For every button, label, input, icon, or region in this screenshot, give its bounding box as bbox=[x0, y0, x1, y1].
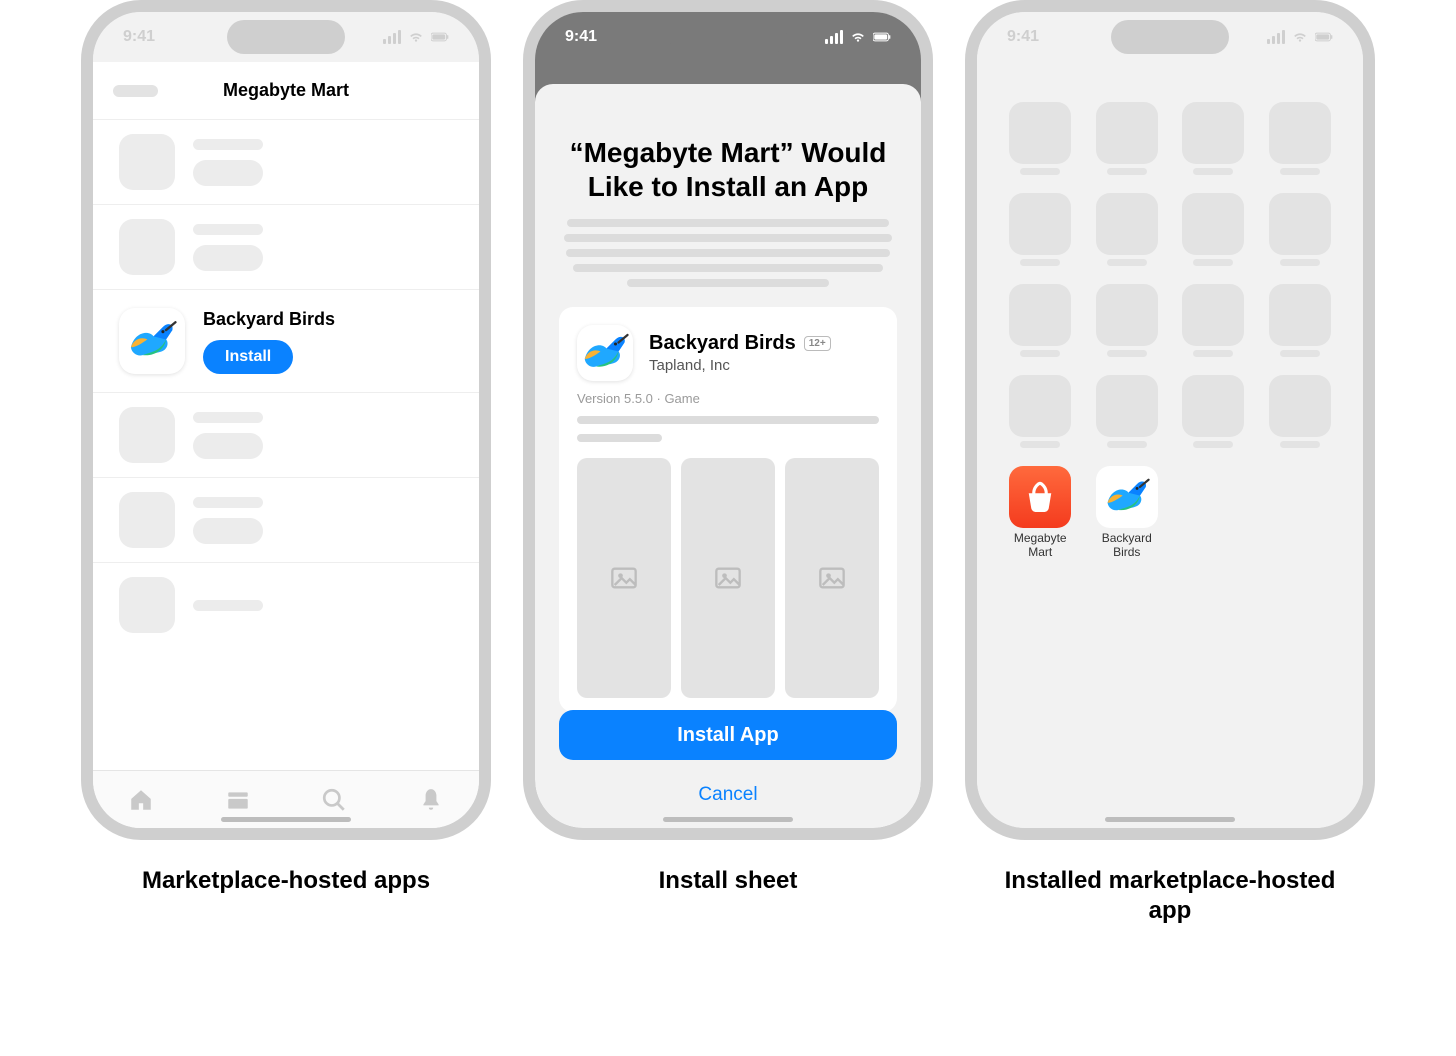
app-placeholder[interactable] bbox=[1000, 193, 1080, 266]
backyard-birds-row[interactable]: Backyard Birds Install bbox=[93, 290, 479, 393]
age-rating-badge: 12+ bbox=[804, 336, 831, 351]
sheet-headline: “Megabyte Mart” Would Like to Install an… bbox=[559, 136, 897, 203]
status-time: 9:41 bbox=[123, 28, 155, 46]
backyard-birds-icon bbox=[1096, 466, 1158, 528]
battery-icon bbox=[1315, 30, 1333, 44]
screenshot-placeholder[interactable] bbox=[577, 458, 671, 698]
caption-phone1: Marketplace-hosted apps bbox=[142, 866, 430, 896]
phone1-frame: 9:41 Megabyte Mart bbox=[81, 0, 491, 840]
notifications-icon[interactable] bbox=[418, 787, 444, 813]
status-time: 9:41 bbox=[1007, 28, 1039, 46]
wifi-icon bbox=[407, 30, 425, 44]
home-indicator[interactable] bbox=[221, 817, 351, 822]
app-placeholder[interactable] bbox=[1260, 193, 1340, 266]
app-title-row: Backyard Birds 12+ bbox=[649, 332, 831, 355]
app-thumbnail-placeholder bbox=[119, 577, 175, 633]
home-icon[interactable] bbox=[128, 787, 154, 813]
three-phone-layout: 9:41 Megabyte Mart bbox=[0, 0, 1456, 926]
caption-phone2: Install sheet bbox=[659, 866, 798, 896]
backyard-birds-icon bbox=[577, 325, 633, 381]
app-list[interactable]: Backyard Birds Install bbox=[93, 120, 479, 770]
list-item[interactable] bbox=[93, 205, 479, 290]
app-placeholder[interactable] bbox=[1173, 284, 1253, 357]
browse-icon[interactable] bbox=[225, 787, 251, 813]
cancel-button[interactable]: Cancel bbox=[535, 784, 921, 806]
status-icons bbox=[825, 30, 891, 44]
home-screen[interactable]: Megabyte Mart Backyard Birds bbox=[977, 12, 1363, 828]
description-placeholder bbox=[559, 219, 897, 287]
app-placeholder[interactable] bbox=[1173, 102, 1253, 175]
wifi-icon bbox=[1291, 30, 1309, 44]
app-label: Megabyte Mart bbox=[1000, 532, 1080, 560]
megabyte-mart-icon bbox=[1009, 466, 1071, 528]
screenshot-placeholder[interactable] bbox=[785, 458, 879, 698]
app-placeholder[interactable] bbox=[1087, 102, 1167, 175]
status-icons bbox=[383, 30, 449, 44]
app-thumbnail-placeholder bbox=[119, 492, 175, 548]
screenshot-placeholder[interactable] bbox=[681, 458, 775, 698]
app-grid: Megabyte Mart Backyard Birds bbox=[997, 102, 1343, 560]
list-item[interactable] bbox=[93, 478, 479, 563]
marketplace-screen: Megabyte Mart bbox=[93, 12, 479, 828]
version-category: Version 5.5.0 · Game bbox=[577, 391, 879, 406]
backyard-birds-icon bbox=[119, 308, 185, 374]
caption-phone3: Installed marketplace-hosted app bbox=[980, 866, 1360, 926]
backyard-birds-app[interactable]: Backyard Birds bbox=[1087, 466, 1167, 560]
app-placeholder[interactable] bbox=[1000, 375, 1080, 448]
install-sheet: “Megabyte Mart” Would Like to Install an… bbox=[535, 84, 921, 828]
install-button[interactable]: Install bbox=[203, 340, 293, 374]
page-title: Megabyte Mart bbox=[93, 80, 479, 101]
cellular-icon bbox=[383, 30, 401, 44]
list-item[interactable] bbox=[93, 393, 479, 478]
install-app-button[interactable]: Install App bbox=[559, 710, 897, 760]
search-icon[interactable] bbox=[321, 787, 347, 813]
screenshot-row[interactable] bbox=[577, 458, 879, 698]
list-item[interactable] bbox=[93, 120, 479, 205]
dimmed-background: 9:41 “Megabyte Mart” Would Like to Insta… bbox=[535, 12, 921, 828]
home-indicator[interactable] bbox=[1105, 817, 1235, 822]
cellular-icon bbox=[1267, 30, 1285, 44]
app-placeholder[interactable] bbox=[1173, 375, 1253, 448]
home-indicator[interactable] bbox=[663, 817, 793, 822]
app-placeholder[interactable] bbox=[1087, 193, 1167, 266]
battery-icon bbox=[431, 30, 449, 44]
app-placeholder[interactable] bbox=[1260, 284, 1340, 357]
dynamic-island bbox=[669, 20, 787, 54]
image-icon bbox=[610, 564, 638, 592]
app-placeholder[interactable] bbox=[1173, 193, 1253, 266]
dynamic-island bbox=[1111, 20, 1229, 54]
app-thumbnail-placeholder bbox=[119, 219, 175, 275]
app-placeholder[interactable] bbox=[1087, 284, 1167, 357]
wifi-icon bbox=[849, 30, 867, 44]
app-placeholder[interactable] bbox=[1260, 102, 1340, 175]
app-card: Backyard Birds 12+ Tapland, Inc Version … bbox=[559, 307, 897, 712]
status-time: 9:41 bbox=[565, 28, 597, 46]
list-item[interactable] bbox=[93, 563, 479, 647]
app-label: Backyard Birds bbox=[1087, 532, 1167, 560]
app-name-label: Backyard Birds bbox=[203, 309, 335, 330]
phone2-frame: 9:41 “Megabyte Mart” Would Like to Insta… bbox=[523, 0, 933, 840]
phone3-frame: 9:41 bbox=[965, 0, 1375, 840]
image-icon bbox=[714, 564, 742, 592]
status-icons bbox=[1267, 30, 1333, 44]
nav-header: Megabyte Mart bbox=[93, 62, 479, 120]
cellular-icon bbox=[825, 30, 843, 44]
battery-icon bbox=[873, 30, 891, 44]
megabyte-mart-app[interactable]: Megabyte Mart bbox=[1000, 466, 1080, 560]
phone3-column: 9:41 bbox=[965, 0, 1375, 926]
image-icon bbox=[818, 564, 846, 592]
phone1-column: 9:41 Megabyte Mart bbox=[81, 0, 491, 926]
app-title: Backyard Birds bbox=[649, 332, 796, 355]
app-placeholder[interactable] bbox=[1087, 375, 1167, 448]
app-placeholder[interactable] bbox=[1000, 284, 1080, 357]
app-thumbnail-placeholder bbox=[119, 407, 175, 463]
app-placeholder[interactable] bbox=[1260, 375, 1340, 448]
dynamic-island bbox=[227, 20, 345, 54]
app-thumbnail-placeholder bbox=[119, 134, 175, 190]
phone2-column: 9:41 “Megabyte Mart” Would Like to Insta… bbox=[523, 0, 933, 926]
developer-name: Tapland, Inc bbox=[649, 357, 831, 374]
app-placeholder[interactable] bbox=[1000, 102, 1080, 175]
